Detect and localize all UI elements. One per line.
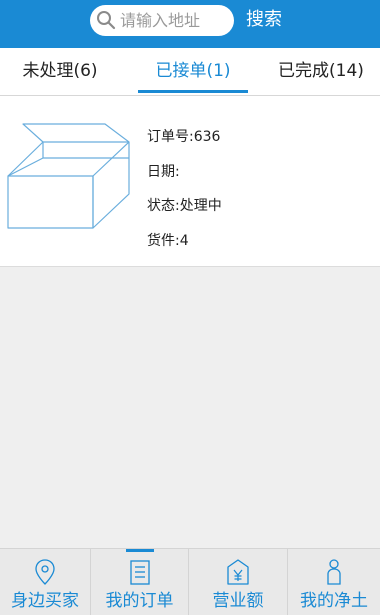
active-tab-indicator: [138, 90, 248, 93]
nav-my-orders[interactable]: 我的订单: [91, 549, 189, 615]
location-pin-icon: [35, 559, 55, 585]
package-box-icon: [7, 123, 130, 229]
search-box[interactable]: [90, 5, 234, 36]
bottom-nav: 身边买家 我的订单 营业额 我的净土: [0, 548, 380, 615]
order-list-icon: [129, 560, 150, 585]
order-number: 订单号:636: [147, 129, 221, 145]
tab-accepted[interactable]: 已接单(1): [133, 48, 253, 95]
nav-label: 身边买家: [11, 591, 79, 611]
nav-active-indicator: [125, 549, 154, 552]
nav-revenue[interactable]: 营业额: [189, 549, 288, 615]
top-bar: 搜索: [0, 0, 380, 48]
search-icon: [97, 11, 116, 30]
search-button[interactable]: 搜索: [246, 8, 282, 32]
person-icon: [327, 559, 341, 585]
order-items: 货件:4: [147, 233, 189, 249]
tab-completed[interactable]: 已完成(14): [262, 48, 380, 95]
order-status: 状态:处理中: [147, 198, 222, 214]
nav-label: 营业额: [212, 591, 264, 611]
order-date: 日期:: [147, 164, 180, 180]
nav-nearby-buyers[interactable]: 身边买家: [0, 549, 91, 615]
nav-label: 我的订单: [105, 591, 174, 611]
nav-label: 我的净土: [300, 591, 368, 611]
tab-pending[interactable]: 未处理(6): [0, 48, 120, 95]
revenue-icon: [227, 559, 249, 585]
nav-my-profile[interactable]: 我的净土: [288, 549, 380, 615]
order-tabs: 未处理(6) 已接单(1) 已完成(14): [0, 48, 380, 96]
order-card[interactable]: 订单号:636 日期: 状态:处理中 货件:4: [0, 96, 380, 267]
search-input[interactable]: [120, 5, 230, 36]
